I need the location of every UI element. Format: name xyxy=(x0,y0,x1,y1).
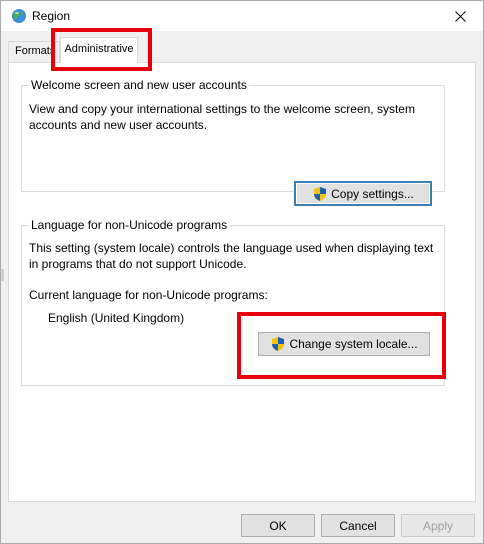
title-bar[interactable]: Region xyxy=(1,1,483,31)
copy-settings-label: Copy settings... xyxy=(331,186,414,201)
unicode-description: This setting (system locale) controls th… xyxy=(29,241,434,271)
uac-shield-icon xyxy=(314,186,327,201)
tab-administrative[interactable]: Administrative xyxy=(60,37,138,63)
change-system-locale-button[interactable]: Change system locale... xyxy=(258,332,430,356)
welcome-group: Welcome screen and new user accounts Vie… xyxy=(21,78,445,206)
close-button[interactable] xyxy=(437,1,483,31)
welcome-group-label: Welcome screen and new user accounts xyxy=(29,78,249,92)
apply-button[interactable]: Apply xyxy=(401,514,475,537)
globe-icon xyxy=(12,9,26,23)
close-icon xyxy=(454,10,466,22)
cancel-label: Cancel xyxy=(339,518,377,533)
current-language-value: English (United Kingdom) xyxy=(48,311,185,325)
unicode-group: Language for non-Unicode programs This s… xyxy=(21,218,445,386)
welcome-description: View and copy your international setting… xyxy=(29,102,415,132)
ok-button[interactable]: OK xyxy=(241,514,315,537)
scrollbar-edge xyxy=(1,269,4,281)
change-system-locale-label: Change system locale... xyxy=(289,337,418,351)
tab-administrative-label: Administrative xyxy=(64,43,134,55)
cancel-button[interactable]: Cancel xyxy=(321,514,395,537)
current-language-label: Current language for non-Unicode program… xyxy=(29,288,268,302)
window-title: Region xyxy=(32,9,71,23)
tab-formats-label: Formats xyxy=(15,45,56,57)
region-dialog: Region Formats Administrative Welcome sc… xyxy=(0,0,484,544)
administrative-panel: Welcome screen and new user accounts Vie… xyxy=(8,62,476,502)
ok-label: OK xyxy=(269,518,287,533)
uac-shield-icon xyxy=(272,337,285,351)
tab-formats[interactable]: Formats xyxy=(8,41,60,62)
unicode-group-label: Language for non-Unicode programs xyxy=(29,218,230,232)
apply-label: Apply xyxy=(422,518,454,533)
copy-settings-button[interactable]: Copy settings... xyxy=(294,181,432,206)
